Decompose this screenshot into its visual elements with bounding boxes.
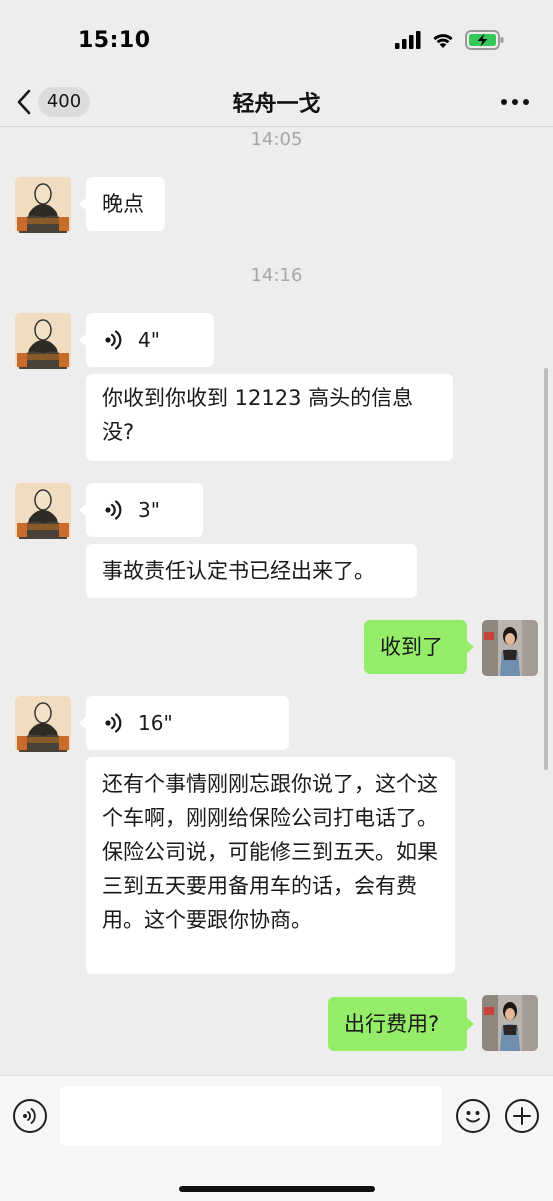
contact-avatar[interactable] [15,313,71,369]
voice-duration: 16" [138,711,173,735]
outgoing-text-message[interactable]: 收到了 [364,620,474,674]
voice-wave-icon [105,713,122,733]
input-bar [0,1075,553,1201]
message-list[interactable]: 14:05 晚点 14:16 4" 你收到你收到 12123 高头的信息没? 3… [0,127,553,1075]
voice-duration: 3" [138,498,160,522]
voice-message[interactable]: 4" [79,313,214,367]
message-text: 收到了 [380,635,443,659]
battery-charging-icon [465,30,504,50]
chat-header: 400 轻舟一戈 [0,78,553,127]
incoming-text-message[interactable]: 晚点 [79,177,165,231]
contact-avatar[interactable] [15,483,71,539]
wifi-icon [433,34,453,48]
more-options-button[interactable] [499,88,531,116]
smiley-icon [466,1111,480,1123]
message-text: 出行费用? [344,1012,440,1036]
message-text: 事故责任认定书已经出来了。 [102,559,375,583]
emoji-button[interactable] [456,1099,490,1133]
my-avatar[interactable] [482,620,538,676]
voice-wave-icon [23,1108,36,1124]
my-avatar-image [482,995,538,1051]
my-avatar-image [482,620,538,676]
message-text: 你收到你收到 12123 高头的信息没? [102,386,414,444]
status-icons [395,30,505,50]
status-time: 15:10 [78,28,151,53]
chat-title: 轻舟一戈 [232,92,321,117]
voice-input-button[interactable] [13,1099,47,1133]
add-attachment-button[interactable] [505,1099,539,1133]
more-dots-icon [501,99,529,105]
contact-avatar-image [15,696,71,752]
incoming-text-message[interactable]: 还有个事情刚刚忘跟你说了，这个这个车啊，刚刚给保险公司打电话了。保险公司说，可能… [86,757,455,974]
incoming-text-message[interactable]: 你收到你收到 12123 高头的信息没? [86,374,453,461]
voice-wave-icon [105,500,122,520]
timestamp: 14:16 [250,265,303,286]
message-text: 晚点 [102,192,144,216]
contact-avatar[interactable] [15,177,71,233]
scrollbar[interactable] [544,368,548,770]
message-input[interactable] [60,1086,442,1146]
outgoing-text-message[interactable]: 出行费用? [328,997,474,1051]
contact-avatar[interactable] [15,696,71,752]
contact-avatar-image [15,313,71,369]
voice-wave-icon [105,330,122,350]
contact-avatar-image [15,177,71,233]
plus-icon [513,1107,531,1125]
incoming-text-message[interactable]: 事故责任认定书已经出来了。 [86,544,417,598]
timestamp: 14:05 [250,129,303,150]
contact-avatar-image [15,483,71,539]
voice-message[interactable]: 3" [79,483,203,537]
voice-message[interactable]: 16" [79,696,289,750]
cellular-signal-icon [395,31,421,49]
voice-duration: 4" [138,328,160,352]
message-text: 还有个事情刚刚忘跟你说了，这个这个车啊，刚刚给保险公司打电话了。保险公司说，可能… [102,772,438,932]
home-indicator [179,1186,375,1192]
status-bar: 15:10 [0,0,553,78]
my-avatar[interactable] [482,995,538,1051]
